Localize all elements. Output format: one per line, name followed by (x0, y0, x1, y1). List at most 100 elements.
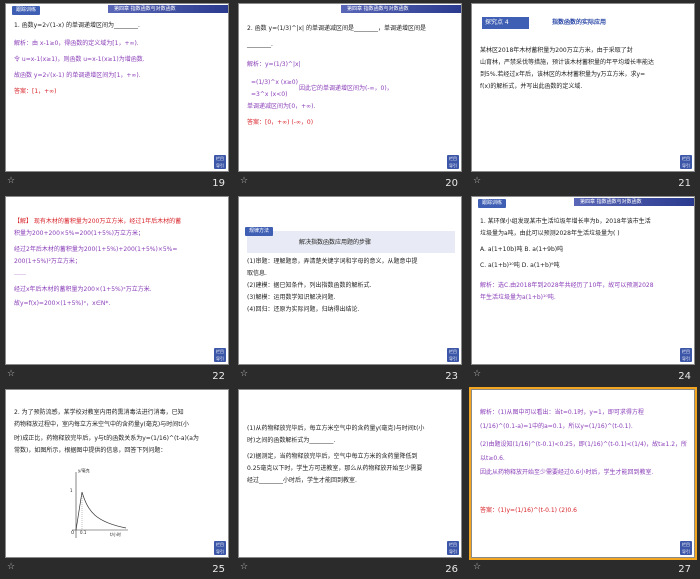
slide-number: 27 (678, 564, 691, 575)
slide-thumbnail-20[interactable]: 第四章 指数函数与对数函数 2. 函数 y=(1/3)^|x| 的单调递减区间是… (238, 3, 462, 193)
chapter-band: 第四章 指数函数与对数函数 (574, 198, 694, 206)
star-icon[interactable]: ☆ (473, 562, 481, 572)
section-tab: 规律方法 (245, 227, 274, 236)
slide-text: 2. 函数 y=(1/3)^|x| 的单调递减区间是________，单调递增区… (247, 25, 426, 32)
chapter-band: 第四章 指数函数与对数函数 (341, 5, 461, 13)
slide-canvas: 【解】 现有木材的蓄积量为200万立方米，经过1年后木材的蓄 积量为200+20… (5, 196, 229, 365)
nav-button[interactable]: 栏目 导引 (214, 155, 226, 169)
slide-text: 以t≥0.6. (480, 455, 505, 462)
slide-text: 0.25毫克以下时，学生方可进教室，那么从药物释放开始至少需要 (247, 465, 423, 472)
slide-text: (4)回归：还原为实际问题，归纳得出结论. (247, 306, 360, 313)
nav-button[interactable]: 栏目 导引 (680, 348, 692, 362)
slide-text: 故y=f(x)=200×(1+5%)ˣ，x∈N*. (14, 300, 111, 307)
slide-text: 因此它的单调递增区间为(-∞，0)， (299, 85, 393, 92)
slide-text: (1/16)^(0.1-a)=1中的a=0.1，所以y=(1/16)^(t-0.… (480, 423, 633, 430)
slide-number: 20 (445, 178, 458, 189)
slide-text: 药物释放过程中，室内每立方米空气中的含药量y(毫克)与时间t(小 (14, 421, 189, 428)
slide-number: 22 (212, 371, 225, 382)
slide-text: 解析：(1)从图中可以看出：当t=0.1时，y=1，即可求得方程 (480, 409, 644, 416)
slide-thumbnail-27[interactable]: 解析：(1)从图中可以看出：当t=0.1时，y=1，即可求得方程 (1/16)^… (469, 387, 697, 579)
slide-text: (3)解模：运用数学知识解决问题. (247, 294, 336, 301)
slide-canvas: 探究点 4 指数函数的实际应用 某林区2018年木材蓄积量为200万立方米，由于… (471, 3, 695, 172)
slide-canvas: 第四章 指数函数与对数函数 2. 函数 y=(1/3)^|x| 的单调递减区间是… (238, 3, 462, 172)
slide-canvas: 第四章 指数函数与对数函数 跟踪训练 1. 某环保小组发现某市生活垃圾年增长率为… (471, 196, 695, 365)
star-icon[interactable]: ☆ (240, 176, 248, 186)
slide-text: 解析：y=(1/3)^|x| (247, 61, 301, 68)
slide-text: (2)建模：据已知条件，列出指数函数的解析式. (247, 282, 372, 289)
nav-button[interactable]: 栏目 导引 (447, 348, 459, 362)
slide-text: 故函数 y=2√(x-1) 的单调递增区间为[1，+∞). (14, 72, 141, 79)
slide-text: 某林区2018年木材蓄积量为200万立方米，由于采取了封 (480, 47, 633, 54)
section-header: 探究点 4 (482, 17, 529, 29)
slide-text: …… (14, 270, 26, 277)
slide-text: 2. 为了预防流感，某学校对教室内用药熏消毒法进行消毒，已知 (14, 409, 184, 416)
slide-number: 21 (678, 178, 691, 189)
star-icon[interactable]: ☆ (240, 369, 248, 379)
slide-text: 令 u=x-1(x≥1)，则函数 u=x-1(x≥1)为增函数. (14, 56, 145, 63)
slide-title: 指数函数的实际应用 (552, 19, 607, 26)
slide-text: =3^x (x<0) (251, 91, 288, 98)
slide-answer: 答案：[1，+∞) (14, 88, 57, 95)
slide-text: 解析：选C.由2018年到2028年共经历了10年，故可以预测2028 (480, 282, 654, 289)
slide-text: 200(1+5%)²万立方米； (14, 258, 81, 265)
section-tab: 跟踪训练 (12, 6, 41, 15)
slide-text: 单调递减区间为[0，+∞). (247, 103, 316, 110)
slide-title: 解决指数函数应用题的步骤 (299, 239, 372, 246)
nav-button[interactable]: 栏目 导引 (680, 155, 692, 169)
slide-thumbnail-22[interactable]: 【解】 现有木材的蓄积量为200万立方米，经过1年后木材的蓄 积量为200+20… (5, 196, 229, 386)
slide-canvas: (1)从药物释放完毕后，每立方米空气中的含药量y(毫克)与时间t(小 时)之间的… (238, 389, 462, 558)
slide-canvas: 解析：(1)从图中可以看出：当t=0.1时，y=1，即可求得方程 (1/16)^… (469, 387, 697, 560)
slide-text: 解析：由 x-1≥0，得函数的定义域为[1，+∞). (14, 40, 139, 47)
slide-text: ________. (247, 41, 273, 48)
slide-text: (1)从药物释放完毕后，每立方米空气中的含药量y(毫克)与时间t(小 (247, 425, 425, 432)
slide-text: 垃圾量为a吨，由此可以预测2028年生活垃圾量为( ) (480, 230, 620, 237)
origin-label: O (71, 530, 75, 535)
slide-text: (2)由题设知(1/16)^(t-0.1)<0.25，即(1/16)^(t-0.… (480, 441, 688, 448)
nav-button[interactable]: 栏目 导引 (214, 541, 226, 555)
slide-text: A. a(1+10b)吨 B. a(1+9b)吨 (480, 246, 564, 253)
slide-number: 24 (678, 371, 691, 382)
decay-graph: y/毫克 t/小时 O 0.1 1 (70, 468, 130, 540)
star-icon[interactable]: ☆ (473, 176, 481, 186)
chapter-band: 第四章 指数函数与对数函数 (108, 5, 228, 13)
x-tick-label: 0.1 (80, 530, 87, 535)
slide-canvas: 第四章 指数函数与对数函数 跟踪训练 1. 函数y=2√(1-x) 的单调递增区… (5, 3, 229, 172)
slide-number: 25 (212, 564, 225, 575)
section-tab: 跟踪训练 (478, 199, 507, 208)
star-icon[interactable]: ☆ (7, 562, 15, 572)
slide-text: (1)审题：理解题意，弄清楚关键字词和字母的意义，从题意中提 (247, 258, 418, 265)
slide-thumbnail-19[interactable]: 第四章 指数函数与对数函数 跟踪训练 1. 函数y=2√(1-x) 的单调递增区… (5, 3, 229, 193)
x-axis-label: t/小时 (110, 532, 121, 537)
slide-text: 经过x年后木材的蓄积量为200×(1+5%)ˣ万立方米. (14, 286, 152, 293)
slide-text: 经过2年后木材的蓄积量为200(1+5%)+200(1+5%)×5%= (14, 246, 178, 253)
star-icon[interactable]: ☆ (240, 562, 248, 572)
nav-button[interactable]: 栏目 导引 (214, 348, 226, 362)
nav-button[interactable]: 栏目 导引 (447, 541, 459, 555)
slide-text: 时)之间的函数解析式为________. (247, 437, 336, 444)
slide-canvas: 2. 为了预防流感，某学校对教室内用药熏消毒法进行消毒，已知 药物释放过程中，室… (5, 389, 229, 558)
nav-button[interactable]: 栏目 导引 (447, 155, 459, 169)
slide-thumbnail-24[interactable]: 第四章 指数函数与对数函数 跟踪训练 1. 某环保小组发现某市生活垃圾年增长率为… (471, 196, 695, 386)
slide-text: 取信息. (247, 270, 267, 277)
slide-canvas: 规律方法 解决指数函数应用题的步骤 (1)审题：理解题意，弄清楚关键字词和字母的… (238, 196, 462, 365)
slide-thumbnail-23[interactable]: 规律方法 解决指数函数应用题的步骤 (1)审题：理解题意，弄清楚关键字词和字母的… (238, 196, 462, 386)
star-icon[interactable]: ☆ (7, 369, 15, 379)
star-icon[interactable]: ☆ (7, 176, 15, 186)
slide-text: 积量为200+200×5%=200(1+5%)万立方米； (14, 230, 145, 237)
slide-text: 1. 函数y=2√(1-x) 的单调递增区间为________. (14, 22, 140, 29)
y-axis-label: y/毫克 (78, 468, 90, 473)
slide-thumbnail-25[interactable]: 2. 为了预防流感，某学校对教室内用药熏消毒法进行消毒，已知 药物释放过程中，室… (5, 389, 229, 579)
slide-number: 19 (212, 178, 225, 189)
slide-text: 时)成正比，药物释放完毕后，y与t的函数关系为y=(1/16)^(t-a)(a为 (14, 435, 199, 442)
star-icon[interactable]: ☆ (473, 369, 481, 379)
slide-text: (2)据测定，当药物释放完毕后，空气中每立方米的含药量降低到 (247, 453, 418, 460)
nav-button[interactable]: 栏目 导引 (680, 541, 692, 555)
slide-thumbnail-21[interactable]: 探究点 4 指数函数的实际应用 某林区2018年木材蓄积量为200万立方米，由于… (471, 3, 695, 193)
slide-text: 因此从药物释放开始至少需要经过0.6小时后，学生才能回到教室. (480, 469, 654, 476)
slide-thumbnail-26[interactable]: (1)从药物释放完毕后，每立方米空气中的含药量y(毫克)与时间t(小 时)之间的… (238, 389, 462, 579)
slide-text: 年生活垃圾量为a(1+b)¹⁰吨. (480, 294, 556, 301)
slide-text: f(x)的解析式，并写出此函数的定义域. (480, 83, 583, 90)
slide-answer: 答案：[0，+∞) (-∞，0) (247, 119, 314, 126)
slide-text: 【解】 现有木材的蓄积量为200万立方米，经过1年后木材的蓄 (14, 218, 182, 225)
slide-number: 26 (445, 564, 458, 575)
